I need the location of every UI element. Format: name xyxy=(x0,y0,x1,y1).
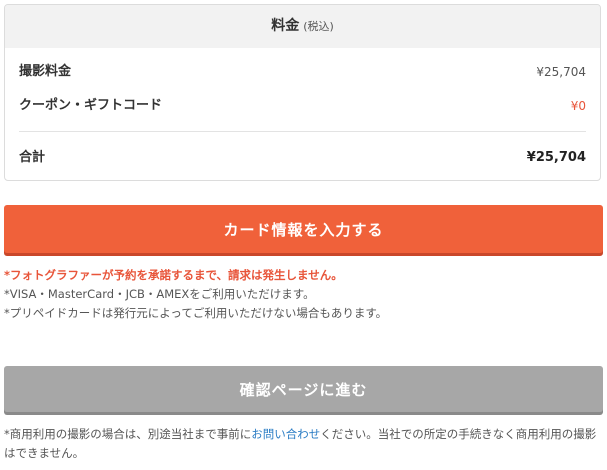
accepted-cards-note: *VISA・MasterCard・JCB・AMEXをご利用いただけます。 xyxy=(4,287,315,301)
total-row: 合計 ¥25,704 xyxy=(19,148,586,168)
price-header: 料金 (税込) xyxy=(5,5,600,48)
shooting-fee-label: 撮影料金 xyxy=(19,64,72,79)
enter-card-info-button[interactable]: カード情報を入力する xyxy=(4,205,603,253)
commercial-use-note: *商用利用の撮影の場合は、別途当社まで事前にお問い合わせください。当社での所定の… xyxy=(4,425,604,463)
shooting-fee-row: 撮影料金 ¥25,704 xyxy=(19,62,586,82)
price-title: 料金 xyxy=(271,18,300,34)
shooting-fee-value: ¥25,704 xyxy=(536,65,586,79)
contact-link[interactable]: お問い合わせ xyxy=(251,427,320,441)
commercial-note-prefix: *商用利用の撮影の場合は、別途当社まで事前に xyxy=(4,427,252,441)
tax-note: (税込) xyxy=(303,20,334,33)
price-summary: 料金 (税込) 撮影料金 ¥25,704 クーポン・ギフトコード ¥0 合計 ¥2… xyxy=(4,4,601,181)
total-label: 合計 xyxy=(19,150,46,165)
billing-warning: *フォトグラファーが予約を承諾するまで、請求は発生しません。 xyxy=(4,268,343,282)
payment-notes: *フォトグラファーが予約を承諾するまで、請求は発生しません。 *VISA・Mas… xyxy=(4,266,603,323)
coupon-value: ¥0 xyxy=(570,99,586,113)
coupon-label: クーポン・ギフトコード xyxy=(19,98,163,113)
total-value: ¥25,704 xyxy=(526,150,586,165)
coupon-row: クーポン・ギフトコード ¥0 xyxy=(19,96,586,116)
proceed-to-confirm-button[interactable]: 確認ページに進む xyxy=(4,366,603,412)
prepaid-card-note: *プリペイドカードは発行元によってご利用いただけない場合もあります。 xyxy=(4,306,388,320)
price-divider xyxy=(19,131,586,132)
